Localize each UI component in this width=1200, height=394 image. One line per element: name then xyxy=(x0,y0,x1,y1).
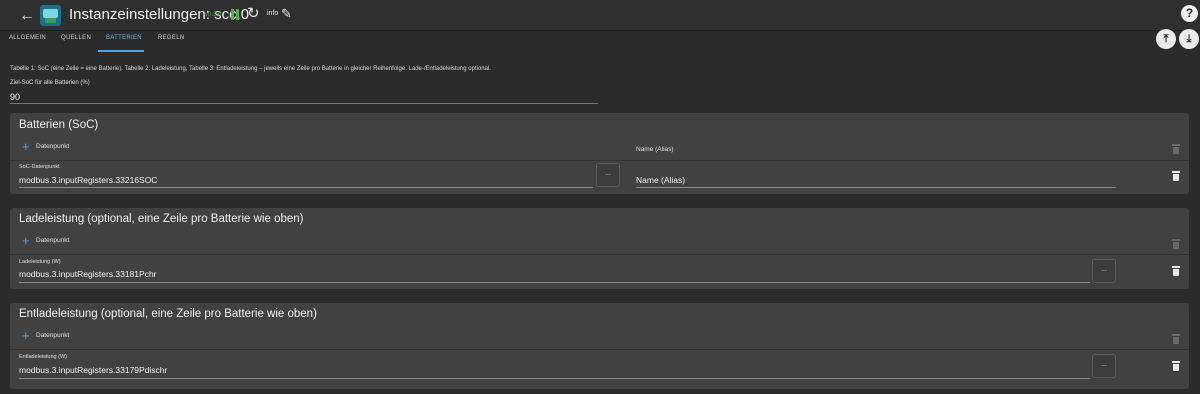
ladeleistung-label: Ladeleistung (W) xyxy=(19,259,61,265)
panel-title: Entladeleistung (optional, eine Zeile pr… xyxy=(19,308,317,320)
tab-allgemein[interactable]: ALLGEMEIN xyxy=(9,35,46,41)
tab-batterien[interactable]: BATTERIEN xyxy=(106,35,142,41)
plus-icon[interactable]: + xyxy=(22,329,30,343)
delete-row-icon[interactable] xyxy=(1172,266,1180,276)
info-log-level[interactable]: info xyxy=(267,10,278,17)
ladeleistung-underline xyxy=(19,282,1090,283)
soc-datenpunkt-label: SoC-Datenpunkt xyxy=(19,164,60,170)
delete-all-icon[interactable] xyxy=(1172,239,1180,249)
select-id-button[interactable]: ... xyxy=(596,163,620,187)
table-header-row: + Datenpunkt Name (Alias) xyxy=(10,138,1189,161)
help-icon[interactable]: ? xyxy=(1181,5,1198,22)
delete-row-icon[interactable] xyxy=(1172,361,1180,371)
alias-input[interactable]: Name (Alias) xyxy=(636,175,685,185)
ziel-soc-label: Ziel-SoC für alle Batterien (%) xyxy=(10,80,90,86)
version-badge: v0.3.0 xyxy=(205,12,222,18)
delete-row-icon[interactable] xyxy=(1172,171,1180,181)
add-datenpunkt-button[interactable]: Datenpunkt xyxy=(36,237,69,244)
app-bar: ← Instanzeinstellungen: scc.0 v0.3.0 ↻ i… xyxy=(0,0,1200,31)
soc-datenpunkt-underline xyxy=(19,187,593,188)
delete-all-icon[interactable] xyxy=(1172,144,1180,154)
reload-icon[interactable]: ↻ xyxy=(247,5,260,23)
entladeleistung-input[interactable]: modbus.3.inputRegisters.33179Pdischr xyxy=(19,365,167,375)
soc-datenpunkt-input[interactable]: modbus.3.inputRegisters.33216SOC xyxy=(19,175,157,185)
select-id-button[interactable]: ... xyxy=(1092,354,1116,378)
pause-icon[interactable] xyxy=(231,9,239,20)
pencil-icon[interactable]: ✎ xyxy=(281,6,292,22)
select-id-button[interactable]: ... xyxy=(1092,259,1116,283)
table-header-row: + Datenpunkt xyxy=(10,327,1189,350)
column-header-alias: Name (Alias) xyxy=(636,146,674,153)
delete-all-icon[interactable] xyxy=(1172,334,1180,344)
adapter-logo xyxy=(40,5,61,26)
info-text: Tabelle 1: SoC (eine Zeile = eine Batter… xyxy=(10,66,491,72)
page-title: Instanzeinstellungen: scc.0 xyxy=(69,6,250,23)
entladeleistung-label: Entladeleistung (W) xyxy=(19,354,67,360)
add-datenpunkt-button[interactable]: Datenpunkt xyxy=(36,143,69,150)
panel-title: Batterien (SoC) xyxy=(19,119,99,131)
alias-underline xyxy=(636,187,1116,188)
plus-icon[interactable]: + xyxy=(22,234,30,248)
panel-entladeleistung: Entladeleistung (optional, eine Zeile pr… xyxy=(10,303,1189,389)
upload-icon[interactable]: ⤒ xyxy=(1156,29,1176,49)
ladeleistung-input[interactable]: modbus.3.inputRegisters.33181Pchr xyxy=(19,269,157,279)
download-icon[interactable]: ⤓ xyxy=(1179,29,1199,49)
back-arrow-icon[interactable]: ← xyxy=(19,8,35,24)
table-header-row: + Datenpunkt xyxy=(10,232,1189,255)
ziel-soc-underline xyxy=(10,103,598,104)
tab-bar: ALLGEMEIN QUELLEN BATTERIEN REGELN xyxy=(0,31,1200,53)
plus-icon[interactable]: + xyxy=(22,140,30,154)
panel-title: Ladeleistung (optional, eine Zeile pro B… xyxy=(19,213,304,225)
panel-batterien-soc: Batterien (SoC) + Datenpunkt Name (Alias… xyxy=(10,113,1189,194)
add-datenpunkt-button[interactable]: Datenpunkt xyxy=(36,332,69,339)
ziel-soc-input[interactable]: 90 xyxy=(10,92,20,102)
entladeleistung-underline xyxy=(19,378,1090,379)
panel-ladeleistung: Ladeleistung (optional, eine Zeile pro B… xyxy=(10,208,1189,289)
tab-regeln[interactable]: REGELN xyxy=(158,35,184,41)
active-tab-indicator xyxy=(98,50,144,52)
tab-quellen[interactable]: QUELLEN xyxy=(61,35,91,41)
